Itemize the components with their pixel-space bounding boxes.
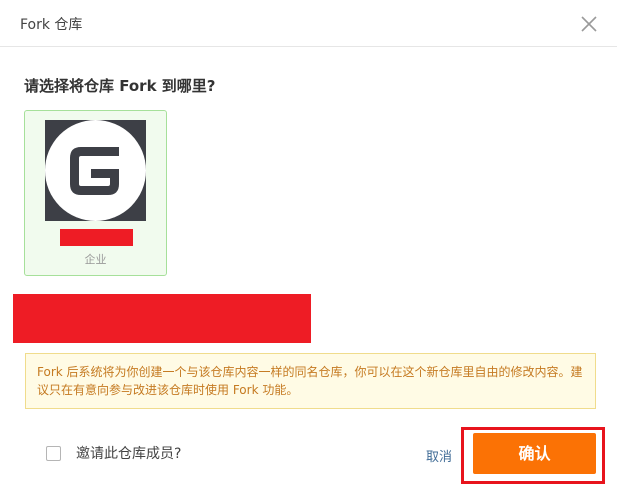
org-type-label: 企业 bbox=[84, 253, 107, 266]
invite-members-option[interactable]: 邀请此仓库成员? bbox=[46, 443, 181, 463]
gitee-logo-icon bbox=[45, 120, 146, 221]
dialog-header: Fork 仓库 bbox=[0, 0, 617, 47]
redacted-region bbox=[13, 294, 311, 343]
confirm-button[interactable]: 确认 bbox=[473, 433, 596, 474]
dialog-title: Fork 仓库 bbox=[20, 17, 83, 33]
fork-dialog: Fork 仓库 请选择将仓库 Fork 到哪里? 企业 Fork 后系统将为你创… bbox=[0, 0, 617, 496]
close-icon bbox=[581, 16, 597, 32]
invite-members-label[interactable]: 邀请此仓库成员? bbox=[76, 443, 181, 463]
invite-members-checkbox[interactable] bbox=[46, 445, 61, 461]
fork-notice: Fork 后系统将为你创建一个与该仓库内容一样的同名仓库，你可以在这个新仓库里自… bbox=[25, 353, 596, 409]
close-button[interactable] bbox=[578, 13, 600, 35]
org-name-redacted bbox=[60, 229, 133, 246]
fork-destination-question: 请选择将仓库 Fork 到哪里? bbox=[24, 77, 216, 95]
org-option-card[interactable]: 企业 bbox=[24, 110, 167, 276]
cancel-button[interactable]: 取消 bbox=[426, 446, 452, 465]
org-logo bbox=[45, 120, 146, 221]
